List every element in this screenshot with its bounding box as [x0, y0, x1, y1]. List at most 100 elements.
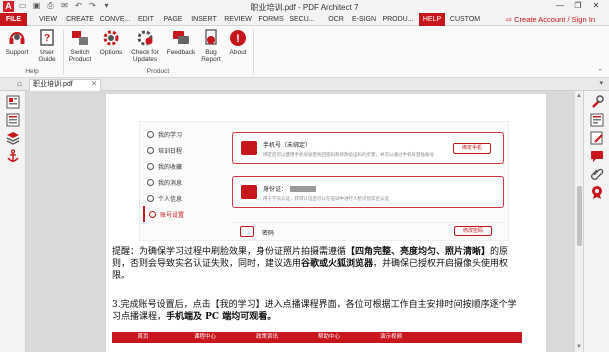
bug-report-button[interactable]: Bug Report	[198, 28, 224, 63]
vertical-scrollbar[interactable]: ▲ ▼	[574, 91, 583, 352]
tab-products[interactable]: PRODU...	[381, 13, 415, 26]
tab-list-chevron-icon[interactable]: ▾	[599, 79, 603, 87]
create-account-link[interactable]: ⇨ Create Account / Sign In	[506, 13, 595, 26]
minimize-button[interactable]: —	[551, 0, 569, 12]
bug-label-2: Report	[201, 56, 221, 63]
change-password-button: 修改密码	[454, 226, 492, 236]
tools-wrench-icon[interactable]	[590, 95, 604, 109]
options-button[interactable]: Options	[96, 28, 126, 56]
document-viewport[interactable]: 我的学习 培训日程 我的收藏 我的消息 个人信息 账号设置 手机号（未绑定） 绑…	[26, 91, 574, 352]
svg-text:?: ?	[44, 33, 50, 44]
id-card-subtitle: 用于学员认证，获得认证后可以在培训中进行人脸识别实名认证	[263, 196, 389, 201]
side-menu-item-selected: 账号设置	[143, 206, 225, 222]
reminder-text-1: 提醒：为确保学习过程中刷脸效果，身份证照片拍摄需遵循	[112, 247, 347, 257]
guide-book-icon: ?	[40, 29, 54, 46]
id-card-icon	[241, 185, 257, 199]
redacted-block	[290, 186, 317, 193]
messages-icon	[147, 178, 154, 186]
settings-icon	[149, 210, 156, 218]
check-updates-button[interactable]: Check for Updates	[127, 28, 163, 63]
properties-icon[interactable]	[590, 113, 604, 127]
nav-table-header: 首页 课程中心 政策资讯 帮助中心 演示视频	[112, 332, 522, 343]
attachment-icon[interactable]	[590, 167, 604, 181]
tab-edit[interactable]: EDIT	[135, 13, 157, 26]
headset-icon	[9, 32, 25, 44]
window-controls: — ❐ ✕	[551, 0, 605, 12]
document-tab[interactable]: 职业培训.pdf ✕	[29, 79, 101, 91]
close-window-button[interactable]: ✕	[587, 0, 605, 12]
maximize-button[interactable]: ❐	[569, 0, 587, 12]
app-window: A ▭ ▣ ⎙ ✉ ↶ ↷ ▾ 职业培训.pdf - PDF Architect…	[0, 0, 609, 352]
certificate-badge-icon[interactable]	[590, 185, 604, 199]
step3-bold: 手机端及 PC 端均可观看。	[166, 312, 277, 322]
step3-paragraph: 3.完成账号设置后，点击【我的学习】进入点播课程界面，各位可根据工作自主安排时间…	[112, 299, 522, 323]
phone-card: 手机号（未绑定） 绑定后可以使用手机号加密找回密码和修改验证码的步骤，并可以通过…	[232, 132, 504, 164]
side-menu-label: 我的收藏	[158, 164, 183, 171]
tab-page[interactable]: PAGE	[160, 13, 186, 26]
study-icon	[147, 130, 154, 138]
support-button[interactable]: Support	[2, 28, 32, 56]
tab-forms[interactable]: FORMS	[256, 13, 286, 26]
bug-label-1: Bug	[205, 49, 217, 56]
table-header-cell: 政策资讯	[255, 334, 278, 340]
product-group-label: Product	[146, 68, 170, 75]
side-menu-item: 我的收藏	[143, 158, 225, 174]
home-icon[interactable]: ⌂	[17, 79, 22, 88]
update-gear-icon	[137, 30, 153, 46]
anchor-icon[interactable]	[6, 149, 20, 163]
phone-card-subtitle: 绑定后可以使用手机号加密找回密码和修改验证码的步骤，并可以通过手机号登陆账号	[263, 152, 434, 157]
switch-product-button[interactable]: Switch Product	[64, 28, 96, 63]
user-guide-label-1: User	[40, 49, 54, 56]
favorites-icon	[147, 162, 154, 170]
edit-page-icon[interactable]	[590, 131, 604, 145]
phone-card-title: 手机号（未绑定）	[263, 143, 312, 149]
about-info-icon: !	[230, 30, 246, 46]
comments-icon[interactable]	[590, 149, 604, 163]
tab-review[interactable]: REVIEW	[222, 13, 254, 26]
screenshot-side-menu: 我的学习 培训日程 我的收藏 我的消息 个人信息 账号设置	[143, 126, 225, 222]
tab-insert[interactable]: INSERT	[188, 13, 220, 26]
feedback-button[interactable]: Feedback	[165, 28, 197, 56]
tab-file[interactable]: FILE	[0, 13, 27, 26]
group-divider-end	[253, 29, 254, 75]
about-label: About	[229, 49, 247, 56]
left-side-panel	[0, 91, 26, 352]
tab-esign[interactable]: E-SIGN	[349, 13, 379, 26]
table-header-cell: 帮助中心	[317, 334, 340, 340]
id-card: 身份证： 用于学员认证，获得认证后可以在培训中进行人脸识别实名认证	[232, 176, 504, 208]
scrollbar-thumb[interactable]	[577, 186, 582, 246]
tab-help[interactable]: HELP	[419, 13, 445, 26]
help-group-label: Help	[25, 68, 39, 75]
tab-create[interactable]: CREATE	[63, 13, 97, 26]
user-guide-label-2: Guide	[38, 56, 56, 63]
reminder-bold-1: 【四角完整、亮度均匀、照片清晰】	[346, 247, 491, 257]
side-menu-label: 我的学习	[158, 132, 183, 139]
tab-custom[interactable]: CUSTOM	[448, 13, 482, 26]
bookmarks-list-icon[interactable]	[6, 113, 20, 127]
gear-icon	[103, 30, 119, 46]
password-card: 密码 修改密码	[232, 222, 504, 240]
tab-convert[interactable]: CONVE...	[98, 13, 132, 26]
tab-security[interactable]: SECU...	[287, 13, 317, 26]
tab-view[interactable]: VIEW	[35, 13, 61, 26]
side-menu-label: 个人信息	[158, 196, 183, 203]
pages-thumbnail-icon[interactable]	[6, 95, 20, 109]
scroll-down-icon[interactable]: ▼	[576, 344, 582, 350]
table-header-cell: 课程中心	[193, 334, 216, 340]
user-guide-button[interactable]: ? User Guide	[33, 28, 61, 63]
layers-icon[interactable]	[6, 131, 20, 145]
collapse-ribbon-icon[interactable]: ⌃	[597, 68, 603, 76]
feedback-label: Feedback	[166, 49, 196, 56]
right-side-panel	[583, 91, 609, 352]
side-menu-label: 我的消息	[158, 180, 183, 187]
scroll-up-icon[interactable]: ▲	[576, 93, 582, 99]
bug-icon	[205, 29, 217, 45]
about-button[interactable]: ! About	[225, 28, 251, 56]
document-tab-label: 职业培训.pdf	[33, 81, 73, 88]
profile-icon	[147, 194, 154, 202]
ribbon-panel: Support ? User Guide Switch Product Opti…	[0, 26, 609, 78]
tab-ocr[interactable]: OCR	[326, 13, 346, 26]
account-label: Create Account / Sign In	[514, 15, 595, 24]
switch-label-2: Product	[68, 56, 92, 63]
close-tab-icon[interactable]: ✕	[91, 80, 97, 90]
